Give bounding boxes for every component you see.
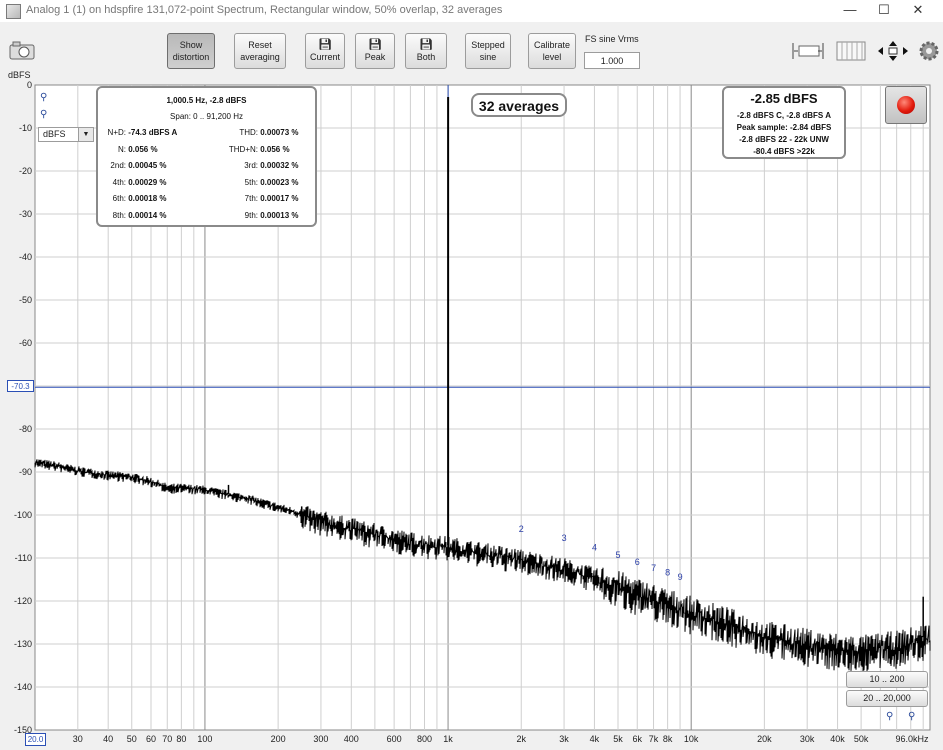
record-icon xyxy=(897,96,915,114)
distortion-row-left: N+D: -74.3 dBFS A xyxy=(107,128,178,137)
x-tick-label: 50k xyxy=(853,734,869,744)
x-tick-label: 1k xyxy=(443,734,453,744)
y-tick-label: -130 xyxy=(13,639,32,649)
x-tick-label: 600 xyxy=(386,734,402,744)
x-tick-label: 30k xyxy=(799,734,815,744)
harmonic-marker: 2 xyxy=(519,524,524,534)
distortion-row-left: 2nd: 0.00045 % xyxy=(110,161,167,170)
zoom-out-icon[interactable]: ⚲ xyxy=(40,109,54,121)
distortion-freq-line: 1,000.5 Hz, -2.8 dBFS xyxy=(166,96,247,105)
x-tick-label: 96.0kHz xyxy=(895,734,929,744)
y-tick-label: 0 xyxy=(26,80,32,90)
distortion-row-left: 8th: 0.00014 % xyxy=(112,210,167,220)
cursor-level-label[interactable]: -70.3 xyxy=(7,380,34,392)
y-tick-label: -100 xyxy=(13,510,32,520)
y-tick-label: -140 xyxy=(13,682,32,692)
level-line: -2.8 dBFS 22 - 22k UNW xyxy=(739,135,829,144)
x-tick-label: 2k xyxy=(516,734,526,744)
harmonic-marker: 5 xyxy=(616,550,621,560)
x-tick-label: 6k xyxy=(632,734,642,744)
harmonic-marker: 7 xyxy=(651,563,656,573)
y-tick-label: -110 xyxy=(14,553,32,563)
distortion-row-left: 6th: 0.00018 % xyxy=(112,194,167,203)
harmonic-marker: 9 xyxy=(678,572,683,582)
level-line: Peak sample: -2.84 dBFS xyxy=(736,123,832,132)
unit-select-value: dBFS xyxy=(43,129,66,139)
y-tick-label: -60 xyxy=(18,338,32,348)
level-line: -80.4 dBFS >22k xyxy=(753,147,815,156)
distortion-row-left: N: 0.056 % xyxy=(118,144,158,154)
distortion-row-right: THD+N: 0.056 % xyxy=(228,144,290,154)
y-tick-label: -50 xyxy=(18,295,32,305)
x-tick-label: 8k xyxy=(662,734,673,744)
distortion-row-left: 4th: 0.00029 % xyxy=(112,177,167,187)
x-tick-label: 70 xyxy=(162,734,173,744)
range-20-20000-button[interactable]: 20 .. 20,000 xyxy=(846,690,928,707)
x-tick-label: 400 xyxy=(343,734,359,744)
y-tick-label: -30 xyxy=(18,209,32,219)
distortion-row-right: 9th: 0.00013 % xyxy=(244,210,299,220)
x-tick-label: 20k xyxy=(757,734,772,744)
record-button[interactable] xyxy=(885,86,927,124)
x-tick-label: 200 xyxy=(270,734,286,744)
harmonic-marker: 8 xyxy=(665,568,670,578)
distortion-row-right: 3rd: 0.00032 % xyxy=(244,161,299,170)
x-tick-label: 100 xyxy=(197,734,213,744)
y-tick-label: -80 xyxy=(18,424,32,434)
x-tick-label: 80 xyxy=(176,734,187,744)
y-tick-label: -120 xyxy=(13,596,32,606)
x-tick-label: 5k xyxy=(613,734,623,744)
x-tick-label: 3k xyxy=(559,734,569,744)
distortion-row-right: THD: 0.00073 % xyxy=(239,128,299,137)
x-tick-label: 10k xyxy=(683,734,699,744)
unit-select[interactable]: dBFS ▼ xyxy=(38,127,94,142)
harmonic-marker: 6 xyxy=(635,557,640,567)
zoom-in-icon[interactable]: ⚲ xyxy=(40,92,54,104)
range-10-200-button[interactable]: 10 .. 200 xyxy=(846,671,928,688)
zoom-out-icon[interactable]: ⚲ xyxy=(908,711,922,723)
y-tick-label: -90 xyxy=(18,467,32,477)
x-tick-label: 50 xyxy=(126,734,137,744)
distortion-row-right: 7th: 0.00017 % xyxy=(244,194,299,203)
harmonic-marker: 3 xyxy=(562,533,567,543)
x-start-label[interactable]: 20.0 xyxy=(25,733,46,746)
harmonic-marker: 4 xyxy=(592,543,597,553)
y-tick-label: -40 xyxy=(18,252,32,262)
y-tick-label: -20 xyxy=(18,166,32,176)
x-tick-label: 60 xyxy=(145,734,156,744)
level-value: -2.85 dBFS xyxy=(750,91,818,106)
distortion-span-line: Span: 0 .. 91,200 Hz xyxy=(170,112,243,121)
x-tick-label: 40 xyxy=(103,734,114,744)
distortion-row-right: 5th: 0.00023 % xyxy=(244,177,299,187)
x-tick-label: 30 xyxy=(72,734,83,744)
x-tick-label: 40k xyxy=(830,734,845,744)
chevron-down-icon: ▼ xyxy=(78,128,93,141)
x-tick-label: 300 xyxy=(313,734,329,744)
level-readout: -2.85 dBFS -2.8 dBFS C, -2.8 dBFS A Peak… xyxy=(722,86,846,159)
x-tick-label: 4k xyxy=(589,734,600,744)
x-tick-label: 7k xyxy=(648,734,659,744)
level-line: -2.8 dBFS C, -2.8 dBFS A xyxy=(737,111,831,120)
x-tick-label: 800 xyxy=(416,734,433,744)
averages-badge: 32 averages xyxy=(471,93,567,117)
zoom-in-icon[interactable]: ⚲ xyxy=(886,711,900,723)
y-tick-label: -10 xyxy=(18,123,32,133)
distortion-panel: 1,000.5 Hz, -2.8 dBFS Span: 0 .. 91,200 … xyxy=(96,86,317,227)
